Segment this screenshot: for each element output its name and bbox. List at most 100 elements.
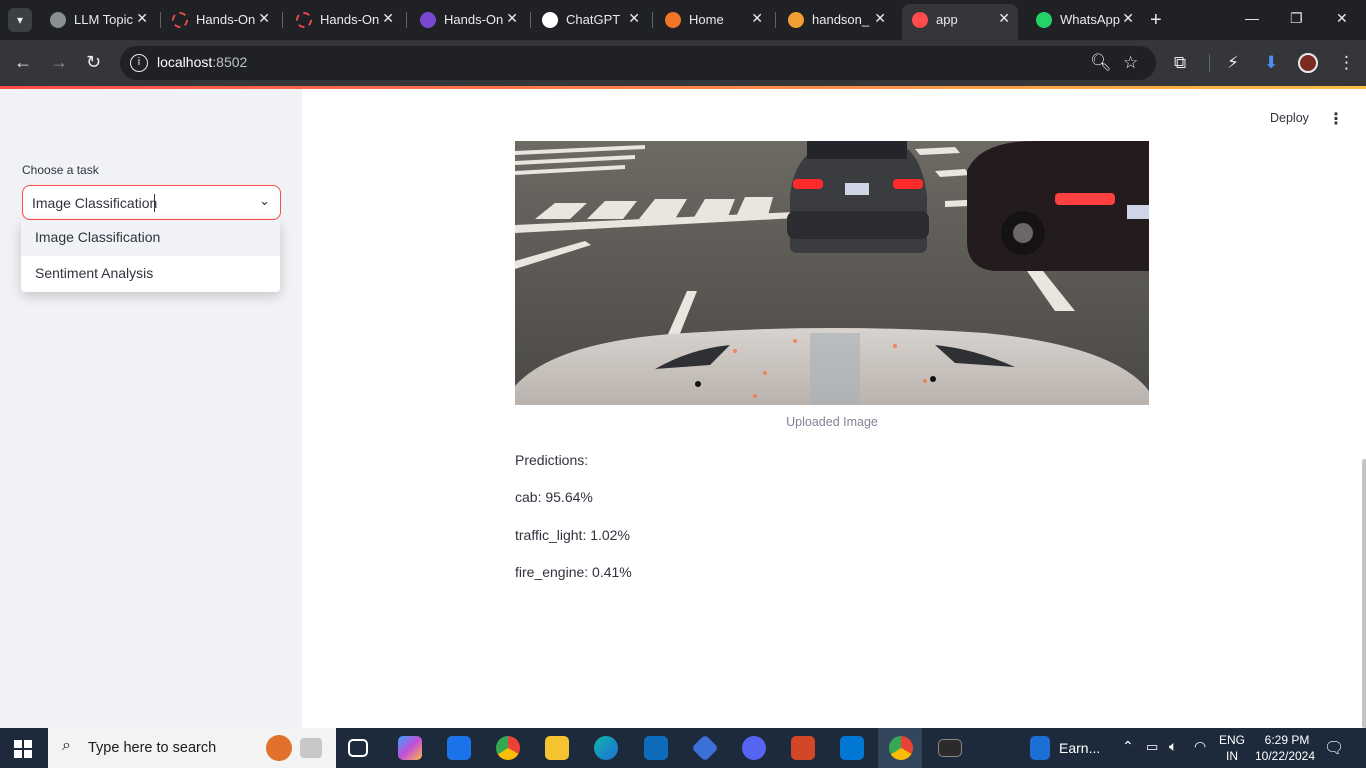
option-sentiment-analysis[interactable]: Sentiment Analysis [21, 256, 280, 292]
browser-tab-title[interactable]: app [936, 12, 1008, 27]
vscode-icon[interactable] [840, 736, 864, 760]
browser-tab[interactable]: WhatsApp ✕ [1026, 6, 1142, 34]
discord-icon[interactable] [742, 736, 766, 760]
close-tab-icon[interactable]: ✕ [506, 10, 518, 27]
language-bottom[interactable]: IN [1226, 749, 1238, 763]
windows-start-icon[interactable] [14, 740, 32, 758]
browser-tab-title[interactable]: Hands-On [320, 12, 392, 27]
powerpoint-icon[interactable] [791, 736, 815, 760]
browser-tab[interactable]: app ✕ [902, 4, 1018, 40]
whistle-icon [300, 738, 322, 758]
browser-tab[interactable]: handson_ ✕ [778, 6, 894, 34]
extensions-icon[interactable]: ⧉ [1174, 53, 1186, 73]
download-icon[interactable]: ⬇ [1264, 53, 1278, 73]
forward-icon[interactable]: → [50, 52, 68, 72]
task-select-label: Choose a task [22, 163, 99, 177]
chrome-active-icon[interactable] [889, 736, 913, 760]
task-dropdown-menu: Image Classification Sentiment Analysis [21, 220, 280, 292]
clock-date[interactable]: 10/22/2024 [1252, 749, 1318, 763]
taskbar-search-placeholder[interactable]: Type here to search [88, 740, 216, 756]
chrome-icon[interactable] [496, 736, 520, 760]
browser-tab[interactable]: Hands-On ✕ [162, 6, 278, 34]
close-tab-icon[interactable]: ✕ [258, 10, 270, 27]
url-text[interactable]: localhost:8502 [157, 54, 247, 70]
edge-icon[interactable] [594, 736, 618, 760]
browser-tab-title[interactable]: Hands-On [444, 12, 516, 27]
browser-tab-title[interactable]: handson_ [812, 12, 884, 27]
task-view-icon[interactable] [348, 739, 368, 757]
clock-time[interactable]: 6:29 PM [1260, 733, 1314, 747]
tray-chevron-up-icon[interactable]: ⌃ [1122, 738, 1134, 755]
earnings-news-icon[interactable] [1030, 736, 1050, 760]
volume-icon[interactable]: 🔈︎ [1169, 738, 1177, 755]
tab-separator [406, 12, 407, 28]
browser-menu-icon[interactable]: ⋮ [1338, 53, 1355, 73]
widget-text[interactable]: Earn... [1059, 740, 1100, 756]
main-menu-icon[interactable]: ⋮ [1328, 109, 1344, 129]
new-tab-button[interactable]: + [1150, 8, 1162, 32]
browser-tab[interactable]: Hands-On ✕ [410, 6, 526, 34]
site-info-icon[interactable]: i [130, 54, 148, 72]
browser-tab-title[interactable]: ChatGPT [566, 12, 638, 27]
chevron-down-icon[interactable]: ⌄ [259, 193, 270, 209]
tab-search-button[interactable]: ▾ [8, 8, 32, 32]
ring-icon [172, 12, 188, 28]
main-scrollbar[interactable] [1362, 459, 1366, 728]
close-tab-icon[interactable]: ✕ [998, 10, 1010, 27]
close-tab-icon[interactable]: ✕ [874, 10, 886, 27]
performance-icon[interactable]: ⚡ [1227, 53, 1239, 73]
close-tab-icon[interactable]: ✕ [136, 10, 148, 27]
task-select-value[interactable]: Image Classification [32, 195, 157, 211]
browser-tab[interactable]: Hands-On ✕ [286, 6, 402, 34]
restore-icon[interactable]: ❐ [1290, 10, 1303, 27]
battery-icon[interactable]: ▭ [1146, 739, 1158, 755]
tab-separator [775, 12, 776, 28]
power-automate-icon[interactable] [691, 734, 719, 762]
bookmark-star-icon[interactable]: ☆ [1123, 53, 1138, 73]
file-explorer-icon[interactable] [545, 736, 569, 760]
image-caption: Uploaded Image [786, 415, 878, 429]
microsoft-store-icon[interactable] [447, 736, 471, 760]
search-icon: ⌕ [62, 737, 71, 754]
browser-tab[interactable]: ChatGPT ✕ [532, 6, 648, 34]
terminal-icon[interactable] [938, 739, 962, 757]
taskbar-search-box[interactable]: ⌕ Type here to search [48, 728, 336, 768]
windows-taskbar: ⌕ Type here to search Earn... ⌃ ▭ 🔈︎ ◠ E… [0, 728, 1366, 768]
prediction-item: cab: 95.64% [515, 489, 593, 505]
browser-tab[interactable]: Home ✕ [655, 6, 771, 34]
browser-tab-title[interactable]: LLM Topic [74, 12, 146, 27]
zoom-icon[interactable]: 🔍︎ [1090, 53, 1112, 73]
browser-tab-title[interactable]: WhatsApp [1060, 12, 1132, 27]
outlook-icon[interactable] [644, 736, 668, 760]
back-icon[interactable]: ← [14, 52, 32, 72]
close-tab-icon[interactable]: ✕ [1122, 10, 1134, 27]
streamlit-icon [912, 12, 928, 28]
close-tab-icon[interactable]: ✕ [628, 10, 640, 27]
window-close-icon[interactable]: ✕ [1336, 10, 1348, 27]
copilot-icon[interactable] [398, 736, 422, 760]
whatsapp-icon [1036, 12, 1052, 28]
jupyter-icon [665, 12, 681, 28]
onenote-icon [420, 12, 436, 28]
task-select[interactable]: Image Classification ⌄ [22, 185, 281, 220]
deploy-button[interactable]: Deploy [1270, 111, 1309, 125]
minimize-icon[interactable]: — [1245, 10, 1259, 26]
browser-tab[interactable]: LLM Topic ✕ [40, 6, 156, 34]
predictions-heading: Predictions: [515, 452, 589, 468]
ring-icon [296, 12, 312, 28]
address-bar[interactable]: i localhost:8502 🔍︎ ☆ [120, 46, 1156, 80]
basketball-icon [266, 735, 292, 761]
uploaded-image [515, 141, 1149, 405]
tab-separator [652, 12, 653, 28]
reload-icon[interactable]: ↻ [86, 52, 101, 72]
wifi-icon[interactable]: ◠ [1194, 738, 1206, 755]
option-image-classification[interactable]: Image Classification [21, 220, 280, 256]
profile-avatar[interactable] [1298, 53, 1318, 73]
browser-tab-title[interactable]: Home [689, 12, 761, 27]
close-tab-icon[interactable]: ✕ [751, 10, 763, 27]
notifications-icon[interactable]: 🗨︎ [1324, 738, 1344, 758]
browser-tab-title[interactable]: Hands-On [196, 12, 268, 27]
browser-tab-strip: ▾ LLM Topic ✕ Hands-On ✕ Hands-On ✕ Hands-On ✕ C… [0, 0, 1366, 40]
close-tab-icon[interactable]: ✕ [382, 10, 394, 27]
language-top[interactable]: ENG [1219, 733, 1245, 747]
